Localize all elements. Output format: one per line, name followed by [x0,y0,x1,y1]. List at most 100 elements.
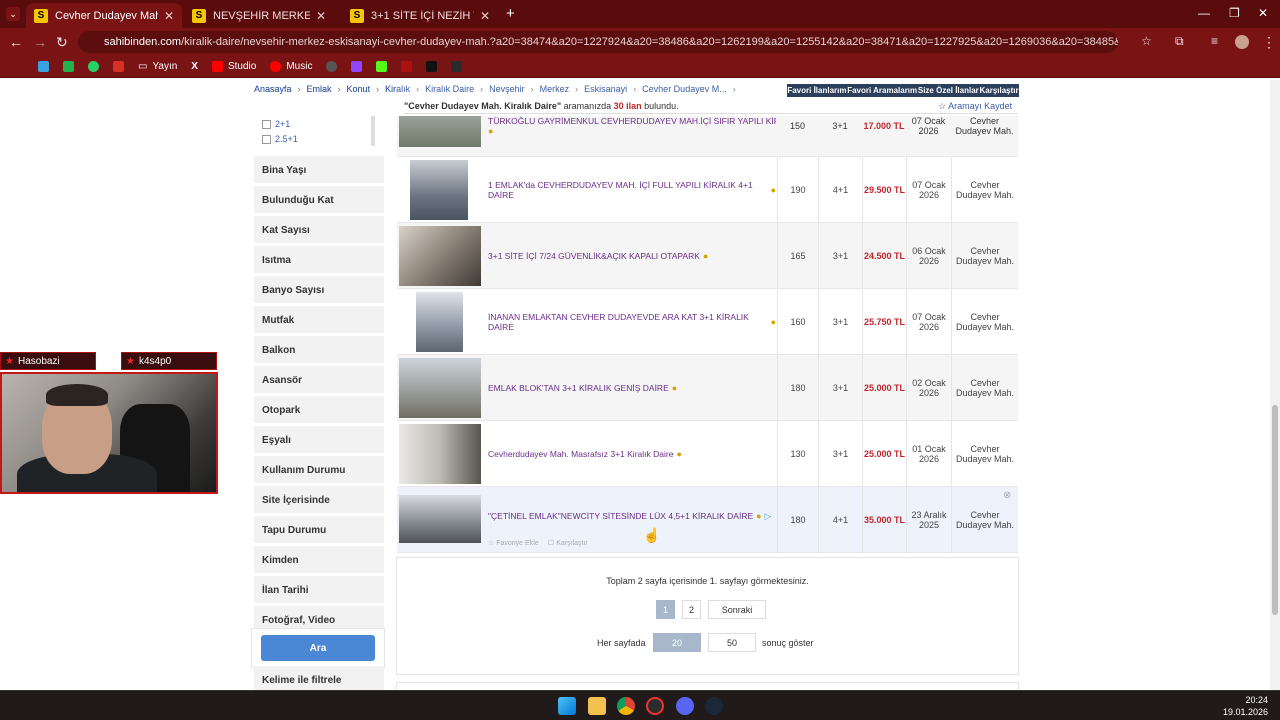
menu-icon[interactable]: ⋮ [1262,34,1276,51]
bookmark-icon[interactable] [451,61,463,72]
breadcrumb-item[interactable]: Kiralık [385,84,410,94]
filter-otopark[interactable]: Otopark [254,396,384,424]
compare-checkbox[interactable]: ☐ Karşılaştır [548,539,588,547]
favorite-listings-link[interactable]: Favori İlanlarım [787,86,846,95]
listing-photo[interactable] [399,495,481,543]
filter-esyali[interactable]: Eşyalı [254,426,384,454]
table-row[interactable]: İNANAN EMLAKTAN CEVHER DUDAYEVDE ARA KAT… [397,289,1018,355]
url-input[interactable]: sahibinden.com/kiralik-daire/nevsehir-me… [78,31,1118,53]
close-icon[interactable]: ✕ [316,9,326,23]
system-clock[interactable]: 20:24 19.01.2026 [1223,694,1268,718]
bookmark-studio[interactable]: Studio [211,61,256,72]
scrollbar-thumb[interactable] [1272,405,1278,615]
listing-photo[interactable] [416,292,463,352]
discord-icon[interactable] [676,697,694,715]
add-favorite-button[interactable]: ☆ Favoriye Ekle [488,539,539,547]
obs-icon[interactable] [646,697,664,715]
next-page-button[interactable]: Sonraki [708,600,766,619]
breadcrumb-item[interactable]: Eskisanayi [584,84,627,94]
listing-title[interactable]: EMLAK BLOK'TAN 3+1 KİRALIK GENİŞ DAİRE ● [488,355,776,421]
bookmark-icon[interactable] [326,61,338,72]
listing-title[interactable]: 3+1 SİTE İÇİ 7/24 GÜVENLİK&AÇIK KAPALI O… [488,223,776,289]
checkbox[interactable] [262,134,271,144]
forward-icon[interactable]: → [33,34,47,50]
table-row[interactable]: Cevherdudayev Mah. Masrafsız 3+1 Kiralık… [397,421,1018,487]
close-icon[interactable]: ⊗ [1003,490,1011,501]
room-option-2-5-1[interactable]: 2.5+1 [262,134,298,144]
filter-kimden[interactable]: Kimden [254,546,384,574]
minimize-icon[interactable]: — [1198,6,1210,20]
bookmark-icon[interactable] [63,61,74,72]
listing-title[interactable]: Cevherdudayev Mah. Masrafsız 3+1 Kiralık… [488,421,776,487]
avatar[interactable] [1235,35,1249,49]
table-row[interactable]: "ÇETİNEL EMLAK"NEWCİTY SİTESİNDE LÜX 4,5… [397,487,1018,553]
listing-title[interactable]: 1 EMLAK'da CEVHERDUDAYEV MAH. İÇİ FULL Y… [488,157,776,223]
breadcrumb-item[interactable]: Konut [347,84,371,94]
breadcrumb-item[interactable]: Cevher Dudayev M... [642,84,727,94]
extensions-icon[interactable]: ⧉ [1175,34,1184,49]
close-icon[interactable]: ✕ [164,9,174,23]
filter-scrollbar[interactable] [371,116,375,146]
table-row[interactable]: EMLAK BLOK'TAN 3+1 KİRALIK GENİŞ DAİRE ● … [397,355,1018,421]
bookmark-star-icon[interactable]: ☆ [1141,34,1152,48]
page-2-button[interactable]: 2 [682,600,701,619]
restore-icon[interactable]: ❐ [1229,6,1240,20]
tab-nevsehir-merkez[interactable]: S NEVŞEHİR MERKEZ'DE CEVHER ✕ [184,3,334,28]
x-icon[interactable]: X [191,61,198,72]
table-row[interactable]: 1 EMLAK'da CEVHERDUDAYEV MAH. İÇİ FULL Y… [397,157,1018,223]
page-1-button[interactable]: 1 [656,600,675,619]
chrome-icon[interactable] [617,697,635,715]
filter-isitma[interactable]: Isıtma [254,246,384,274]
table-row[interactable]: 3+1 SİTE İÇİ 7/24 GÜVENLİK&AÇIK KAPALI O… [397,223,1018,289]
listing-title[interactable]: İNANAN EMLAKTAN CEVHER DUDAYEVDE ARA KAT… [488,289,776,355]
per-page-50-button[interactable]: 50 [708,633,756,652]
table-row-partial[interactable]: TÜRKOĞLU GAYRİMENKUL CEVHERDUDAYEV MAH.İ… [397,116,1018,157]
save-search-link[interactable]: ☆ Aramayı Kaydet [938,101,1012,112]
window-close-icon[interactable]: ✕ [1258,6,1268,20]
bookmark-icon[interactable] [426,61,438,72]
tab-site-ici[interactable]: S 3+1 SİTE İÇİ NEZİH VE HUZUR ✕ [342,3,498,28]
breadcrumb-item[interactable]: Merkez [540,84,570,94]
listing-photo[interactable] [410,160,468,220]
close-icon[interactable]: ✕ [480,9,490,23]
breadcrumb-item[interactable]: Nevşehir [489,84,525,94]
reload-icon[interactable]: ↻ [56,34,68,51]
steam-icon[interactable] [705,697,723,715]
filter-kullanim-durumu[interactable]: Kullanım Durumu [254,456,384,484]
listing-photo[interactable] [399,226,481,286]
bookmark-yayin[interactable]: ▭ Yayın [138,61,177,72]
filter-bulundugu-kat[interactable]: Bulunduğu Kat [254,186,384,214]
listing-title[interactable]: "ÇETİNEL EMLAK"NEWCİTY SİTESİNDE LÜX 4,5… [488,487,776,545]
listing-photo[interactable] [399,116,481,147]
filter-site-icerisinde[interactable]: Site İçerisinde [254,486,384,514]
per-page-20-button[interactable]: 20 [653,633,701,652]
checkbox[interactable] [262,119,271,129]
new-tab-icon[interactable]: + [506,5,515,22]
media-icon[interactable]: ≡ [1211,34,1218,48]
back-icon[interactable]: ← [9,34,23,50]
breadcrumb-item[interactable]: Kiralık Daire [425,84,474,94]
bookmark-music[interactable]: Music [270,61,312,72]
file-explorer-icon[interactable] [588,697,606,715]
filter-banyo-sayisi[interactable]: Banyo Sayısı [254,276,384,304]
start-icon[interactable] [558,697,576,715]
page-scrollbar[interactable] [1270,80,1280,690]
kick-icon[interactable] [376,61,388,72]
listing-title[interactable]: TÜRKOĞLU GAYRİMENKUL CEVHERDUDAYEV MAH.İ… [488,116,776,126]
bookmark-icon[interactable] [401,61,413,72]
filter-asansor[interactable]: Asansör [254,366,384,394]
filter-balkon[interactable]: Balkon [254,336,384,364]
tab-cevher-dudayev[interactable]: S Cevher Dudayev Mah. Kiralık Da ✕ [26,3,182,28]
filter-mutfak[interactable]: Mutfak [254,306,384,334]
favorite-searches-link[interactable]: Favori Aramalarım [847,86,917,95]
filter-bina-yasi[interactable]: Bina Yaşı [254,156,384,184]
breadcrumb-item[interactable]: Emlak [307,84,332,94]
filter-kat-sayisi[interactable]: Kat Sayısı [254,216,384,244]
personalized-listings-link[interactable]: Size Özel İlanlar [918,86,979,95]
listing-photo[interactable] [399,424,481,484]
whatsapp-icon[interactable] [88,61,99,72]
filter-tapu-durumu[interactable]: Tapu Durumu [254,516,384,544]
filter-ilan-tarihi[interactable]: İlan Tarihi [254,576,384,604]
search-button[interactable]: Ara [261,635,375,661]
room-option-2-1[interactable]: 2+1 [262,119,290,129]
